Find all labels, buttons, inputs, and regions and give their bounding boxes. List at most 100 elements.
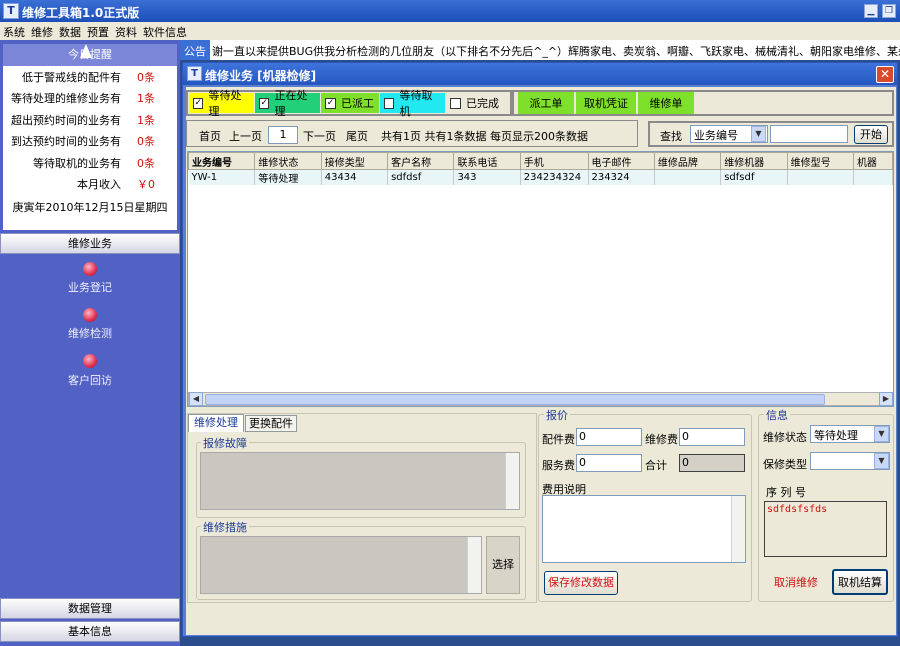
parts-fee-input[interactable]: 0 <box>576 428 642 446</box>
scroll-thumb[interactable] <box>205 394 825 405</box>
column-header[interactable]: 机器 <box>852 152 893 170</box>
monthly-income-row: 本月收入 ￥0 <box>77 178 155 192</box>
minimize-icon[interactable]: ▁ <box>864 4 878 18</box>
filter-processing[interactable]: ✓ 正在处理 <box>255 89 320 118</box>
prev-page-link[interactable]: 上一页 <box>229 128 262 144</box>
vertical-scrollbar[interactable] <box>731 496 745 562</box>
filter-completed[interactable]: 已完成 <box>446 93 508 113</box>
paging-info: 共有1页 共有1条数据 每页显示200条数据 <box>381 130 588 143</box>
fee-note-textarea[interactable] <box>542 495 746 563</box>
checkout-button[interactable]: 取机结算 <box>832 569 888 595</box>
dialog-title: 维修业务 [机器检修] <box>205 69 317 83</box>
column-header[interactable]: 联系电话 <box>453 152 521 170</box>
filter-waiting[interactable]: ✓ 等待处理 <box>189 89 254 118</box>
sidebar-basic-info[interactable]: 基本信息 <box>0 621 180 642</box>
reminder-row[interactable]: 超出预约时间的业务有 1条 <box>3 109 177 131</box>
next-page-link[interactable]: 下一页 <box>303 128 336 144</box>
column-header[interactable]: 电子邮件 <box>587 152 655 170</box>
search-input[interactable] <box>770 125 848 143</box>
column-header[interactable]: 手机 <box>519 152 589 170</box>
sidebar-item-inspect[interactable]: 维修检测 <box>40 325 140 341</box>
search-label: 查找 <box>660 130 682 143</box>
reminder-row[interactable]: 等待处理的维修业务有 1条 <box>3 88 177 110</box>
menu-item-repair[interactable]: 维修 <box>28 22 56 42</box>
service-fee-input[interactable]: 0 <box>576 454 642 472</box>
table-row[interactable]: YW-1 等待处理 43434 sdfdsf 343 234234324 234… <box>188 169 893 185</box>
chevron-down-icon[interactable]: ▼ <box>874 453 889 469</box>
sidebar-item-register[interactable]: 业务登记 <box>40 279 140 295</box>
checkbox-icon[interactable] <box>450 97 461 109</box>
filter-await-pickup[interactable]: 等待取机 <box>380 89 445 118</box>
menu-item-resources[interactable]: 资料 <box>112 22 140 42</box>
dialog-titlebar: T 维修业务 [机器检修] ✕ <box>183 63 897 85</box>
chevron-down-icon[interactable]: ▼ <box>751 126 766 142</box>
column-header[interactable]: 维修品牌 <box>653 152 722 170</box>
first-page-link[interactable]: 首页 <box>199 128 221 144</box>
sidebar-data-management[interactable]: 数据管理 <box>0 598 180 619</box>
menu-item-data[interactable]: 数据 <box>56 22 84 42</box>
current-date: 庚寅年2010年12月15日星期四 <box>12 201 168 214</box>
repair-fee-input[interactable]: 0 <box>679 428 745 446</box>
dialog-icon: T <box>187 66 202 81</box>
cancel-repair-button[interactable]: 取消维修 <box>770 573 822 593</box>
horizontal-scrollbar[interactable]: ◀ ▶ <box>188 392 893 406</box>
checkbox-icon[interactable]: ✓ <box>259 97 270 109</box>
tab-repair-process[interactable]: 维修处理 <box>188 414 244 432</box>
warranty-label: 保修类型 <box>763 458 807 471</box>
pagination-bar: 首页 上一页 1 下一页 尾页 共有1页 共有1条数据 每页显示200条数据 <box>186 120 638 147</box>
total-display: 0 <box>679 454 745 472</box>
column-header[interactable]: 维修状态 <box>254 152 322 170</box>
menu-item-system[interactable]: 系统 <box>0 22 28 42</box>
vertical-scrollbar[interactable] <box>505 453 519 509</box>
restore-icon[interactable]: ❐ <box>882 4 896 18</box>
tab-panel: 维修处理 更换配件 报修故障 维修措施 选择 <box>187 413 537 603</box>
quote-title: 报价 <box>544 407 570 423</box>
search-start-button[interactable]: 开始 <box>854 125 888 144</box>
pickup-receipt-button[interactable]: 取机凭证 <box>576 92 636 114</box>
sidebar-item-followup[interactable]: 客户回访 <box>40 372 140 388</box>
column-header[interactable]: 业务编号 <box>188 152 256 170</box>
sidebar-section-repair[interactable]: 维修业务 <box>0 233 180 254</box>
followup-icon[interactable] <box>83 354 97 368</box>
checkbox-icon[interactable]: ✓ <box>325 97 336 109</box>
register-icon[interactable] <box>83 262 97 276</box>
last-page-link[interactable]: 尾页 <box>346 128 368 144</box>
checkbox-icon[interactable]: ✓ <box>193 97 204 109</box>
filter-dispatched[interactable]: ✓ 已派工 <box>321 93 379 113</box>
dispatch-ticket-button[interactable]: 派工单 <box>518 92 574 114</box>
page-number-input[interactable]: 1 <box>268 126 298 144</box>
save-changes-button[interactable]: 保存修改数据 <box>544 571 618 595</box>
column-header[interactable]: 维修型号 <box>786 152 854 170</box>
column-header[interactable]: 维修机器 <box>720 152 788 170</box>
action-group: 派工单 取机凭证 维修单 <box>512 90 894 116</box>
repair-order-button[interactable]: 维修单 <box>638 92 694 114</box>
info-title: 信息 <box>764 407 790 423</box>
serial-field[interactable]: sdfdsfsfds <box>764 501 887 557</box>
reminder-row[interactable]: 低于警戒线的配件有 0条 <box>3 66 177 88</box>
repair-grid: 业务编号 维修状态 接修类型 客户名称 联系电话 手机 电子邮件 维修品牌 维修… <box>187 151 894 407</box>
column-header[interactable]: 接修类型 <box>320 152 389 170</box>
close-icon[interactable]: ✕ <box>876 66 894 83</box>
menu-item-software-info[interactable]: 软件信息 <box>140 22 190 42</box>
menu-item-preset[interactable]: 预置 <box>84 22 112 42</box>
reminder-row[interactable]: 到达预约时间的业务有 0条 <box>3 131 177 153</box>
reminder-row[interactable]: 等待取机的业务有 0条 <box>3 152 177 174</box>
column-header[interactable]: 客户名称 <box>387 152 455 170</box>
measure-label: 维修措施 <box>201 519 249 535</box>
chevron-down-icon[interactable]: ▼ <box>874 426 889 442</box>
total-label: 合计 <box>645 459 667 472</box>
scroll-right-icon[interactable]: ▶ <box>879 392 893 406</box>
vertical-scrollbar[interactable] <box>467 537 481 593</box>
choose-button[interactable]: 选择 <box>486 536 520 594</box>
fault-textarea[interactable] <box>200 452 520 510</box>
scroll-left-icon[interactable]: ◀ <box>189 392 203 406</box>
menu-bar: 系统 维修 数据 预置 资料 软件信息 <box>0 22 900 40</box>
tab-replace-parts[interactable]: 更换配件 <box>245 415 297 432</box>
notice-bar: 公告 谢一直以来提供BUG供我分析检测的几位朋友（以下排名不分先后^_^）辉腾家电… <box>180 40 900 60</box>
measure-textarea[interactable] <box>200 536 482 594</box>
service-fee-label: 服务费 <box>542 459 575 472</box>
repair-dialog: T 维修业务 [机器检修] ✕ ✓ 等待处理 ✓ 正在处理 ✓ 已派工 等待取机 已完… <box>182 62 898 637</box>
inspect-icon[interactable] <box>83 308 97 322</box>
repair-fee-label: 维修费 <box>645 433 678 446</box>
checkbox-icon[interactable] <box>384 97 395 109</box>
